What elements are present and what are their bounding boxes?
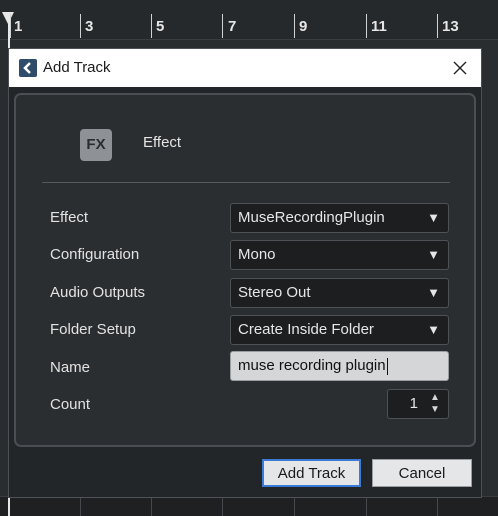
ruler-marker: 7 bbox=[228, 18, 237, 35]
configuration-select-value: Mono bbox=[238, 246, 276, 263]
ruler-marker: 1 bbox=[14, 18, 23, 35]
configuration-select[interactable]: Mono ▼ bbox=[230, 240, 449, 270]
track-type-label: Effect bbox=[143, 134, 182, 151]
ruler-tick bbox=[10, 14, 11, 38]
ruler-tick bbox=[366, 14, 367, 38]
name-label: Name bbox=[50, 359, 91, 376]
folder-setup-label: Folder Setup bbox=[50, 321, 136, 338]
effect-select-value: MuseRecordingPlugin bbox=[238, 209, 385, 226]
add-track-dialog: Add Track FX Effect Effect MuseRecording… bbox=[8, 48, 482, 498]
ruler-tick bbox=[151, 14, 152, 38]
count-value: 1 bbox=[409, 395, 418, 412]
track-name-value: muse recording plugin bbox=[238, 357, 386, 374]
grid-line bbox=[366, 496, 367, 516]
ruler-marker: 9 bbox=[299, 18, 308, 35]
grid-line bbox=[294, 496, 295, 516]
ruler-tick bbox=[222, 14, 223, 38]
grid-line bbox=[437, 496, 438, 516]
count-stepper[interactable]: 1 ▲ ▼ bbox=[387, 389, 449, 419]
count-label: Count bbox=[50, 396, 91, 413]
track-name-input[interactable]: muse recording plugin bbox=[230, 351, 449, 381]
dropdown-arrow-icon: ▼ bbox=[427, 210, 440, 225]
dropdown-arrow-icon: ▼ bbox=[427, 322, 440, 337]
grid-line bbox=[151, 496, 152, 516]
decrement-icon[interactable]: ▼ bbox=[428, 404, 442, 416]
grid-line bbox=[80, 496, 81, 516]
grid-line bbox=[222, 496, 223, 516]
ruler-marker: 13 bbox=[442, 18, 459, 35]
cancel-button[interactable]: Cancel bbox=[372, 459, 472, 487]
folder-setup-select-value: Create Inside Folder bbox=[238, 321, 374, 338]
audio-outputs-select[interactable]: Stereo Out ▼ bbox=[230, 278, 449, 308]
app-logo-icon bbox=[19, 59, 37, 77]
track-settings-panel: FX Effect Effect MuseRecordingPlugin ▼ C… bbox=[14, 93, 476, 447]
audio-outputs-label: Audio Outputs bbox=[50, 284, 146, 301]
increment-icon[interactable]: ▲ bbox=[428, 392, 442, 404]
dropdown-arrow-icon: ▼ bbox=[427, 247, 440, 262]
divider bbox=[42, 182, 450, 183]
ruler-tick bbox=[437, 14, 438, 38]
dialog-titlebar[interactable]: Add Track bbox=[9, 49, 481, 87]
fx-track-type-icon: FX bbox=[80, 129, 112, 161]
close-icon bbox=[453, 61, 467, 75]
ruler-tick bbox=[80, 14, 81, 38]
configuration-label: Configuration bbox=[50, 246, 140, 263]
close-button[interactable] bbox=[447, 55, 473, 81]
timeline-ruler[interactable]: 1 3 5 7 9 11 13 bbox=[0, 0, 498, 40]
effect-select[interactable]: MuseRecordingPlugin ▼ bbox=[230, 203, 449, 233]
add-track-button[interactable]: Add Track bbox=[262, 459, 361, 487]
dialog-title: Add Track bbox=[43, 59, 111, 76]
ruler-marker: 11 bbox=[371, 18, 387, 35]
ruler-marker: 5 bbox=[156, 18, 165, 35]
dropdown-arrow-icon: ▼ bbox=[427, 285, 440, 300]
ruler-tick bbox=[294, 14, 295, 38]
track-lane-strip[interactable] bbox=[0, 496, 498, 516]
text-caret bbox=[386, 357, 388, 375]
audio-outputs-select-value: Stereo Out bbox=[238, 284, 311, 301]
ruler-marker: 3 bbox=[85, 18, 94, 35]
effect-label: Effect bbox=[50, 209, 89, 226]
folder-setup-select[interactable]: Create Inside Folder ▼ bbox=[230, 315, 449, 345]
